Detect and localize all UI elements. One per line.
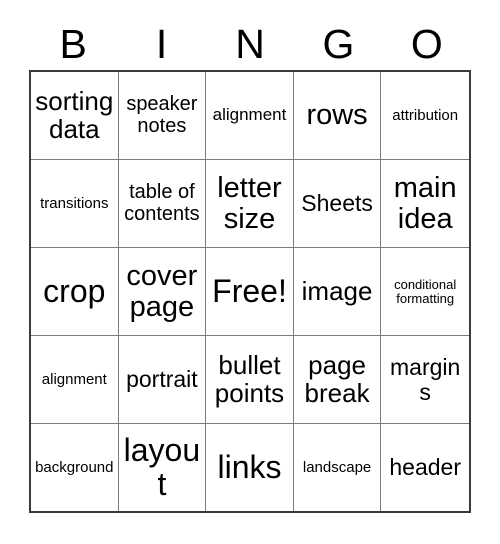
bingo-cell-i1[interactable]: speaker notes bbox=[119, 72, 207, 159]
bingo-cell-b3[interactable]: crop bbox=[31, 248, 119, 335]
bingo-cell-label: image bbox=[301, 275, 373, 306]
bingo-row: background layout links landscape header bbox=[31, 424, 469, 511]
bingo-cell-label: main idea bbox=[393, 171, 457, 235]
bingo-cell-label: rows bbox=[306, 99, 368, 132]
bingo-row: transitions table of contents letter siz… bbox=[31, 160, 469, 248]
bingo-cell-o5[interactable]: header bbox=[381, 424, 469, 511]
bingo-cell-label: transitions bbox=[40, 194, 109, 212]
bingo-cell-label: page break bbox=[304, 349, 370, 408]
bingo-cell-n1[interactable]: alignment bbox=[206, 72, 294, 159]
bingo-grid: sorting data speaker notes alignment row… bbox=[29, 70, 471, 513]
header-letter-o: O bbox=[410, 20, 443, 67]
bingo-cell-i3[interactable]: cover page bbox=[119, 248, 207, 335]
bingo-cell-i4[interactable]: portrait bbox=[119, 336, 207, 423]
bingo-cell-label: conditional formatting bbox=[394, 276, 457, 306]
bingo-cell-o2[interactable]: main idea bbox=[381, 160, 469, 247]
bingo-cell-label: portrait bbox=[126, 366, 198, 393]
bingo-row: crop cover page Free! image conditional … bbox=[31, 248, 469, 336]
bingo-cell-label: header bbox=[389, 454, 461, 481]
bingo-cell-label: bullet points bbox=[214, 349, 285, 408]
bingo-cell-g2[interactable]: Sheets bbox=[294, 160, 382, 247]
header-letter-i: I bbox=[155, 20, 168, 67]
bingo-header: B I N G O bbox=[29, 18, 471, 70]
bingo-cell-label: margins bbox=[390, 354, 461, 405]
bingo-cell-label: landscape bbox=[302, 458, 372, 476]
bingo-cell-g1[interactable]: rows bbox=[294, 72, 382, 159]
bingo-cell-label: crop bbox=[43, 272, 106, 309]
bingo-cell-o1[interactable]: attribution bbox=[381, 72, 469, 159]
header-letter-b: B bbox=[59, 20, 87, 67]
bingo-cell-n4[interactable]: bullet points bbox=[206, 336, 294, 423]
bingo-cell-label: letter size bbox=[217, 171, 282, 235]
bingo-cell-b4[interactable]: alignment bbox=[31, 336, 119, 423]
bingo-cell-label: cover page bbox=[126, 259, 198, 323]
bingo-row: sorting data speaker notes alignment row… bbox=[31, 72, 469, 160]
bingo-cell-g5[interactable]: landscape bbox=[294, 424, 382, 511]
bingo-cell-i5[interactable]: layout bbox=[119, 424, 207, 511]
bingo-cell-b1[interactable]: sorting data bbox=[31, 72, 119, 159]
bingo-card: B I N G O sorting data speaker notes ali… bbox=[0, 0, 500, 544]
bingo-cell-label: background bbox=[35, 458, 114, 476]
bingo-cell-label: layout bbox=[123, 431, 201, 502]
bingo-cell-label: links bbox=[217, 448, 282, 485]
bingo-cell-g3[interactable]: image bbox=[294, 248, 382, 335]
bingo-cell-n2[interactable]: letter size bbox=[206, 160, 294, 247]
bingo-cell-o4[interactable]: margins bbox=[381, 336, 469, 423]
bingo-row: alignment portrait bullet points page br… bbox=[31, 336, 469, 424]
bingo-cell-label: alignment bbox=[212, 105, 287, 125]
bingo-cell-label: alignment bbox=[41, 370, 107, 388]
bingo-cell-label: sorting data bbox=[35, 85, 114, 144]
bingo-cell-label: Sheets bbox=[301, 190, 373, 217]
bingo-cell-b2[interactable]: transitions bbox=[31, 160, 119, 247]
bingo-cell-label: attribution bbox=[392, 106, 459, 124]
bingo-cell-i2[interactable]: table of contents bbox=[119, 160, 207, 247]
bingo-cell-label: table of contents bbox=[124, 181, 200, 225]
bingo-cell-label: speaker notes bbox=[126, 93, 198, 137]
header-letter-n: N bbox=[235, 20, 265, 67]
bingo-cell-free-space[interactable]: Free! bbox=[206, 248, 294, 335]
header-letter-g: G bbox=[322, 20, 355, 67]
bingo-cell-o3[interactable]: conditional formatting bbox=[381, 248, 469, 335]
bingo-cell-g4[interactable]: page break bbox=[294, 336, 382, 423]
bingo-cell-b5[interactable]: background bbox=[31, 424, 119, 511]
bingo-cell-label: Free! bbox=[212, 272, 287, 309]
bingo-cell-n5[interactable]: links bbox=[206, 424, 294, 511]
